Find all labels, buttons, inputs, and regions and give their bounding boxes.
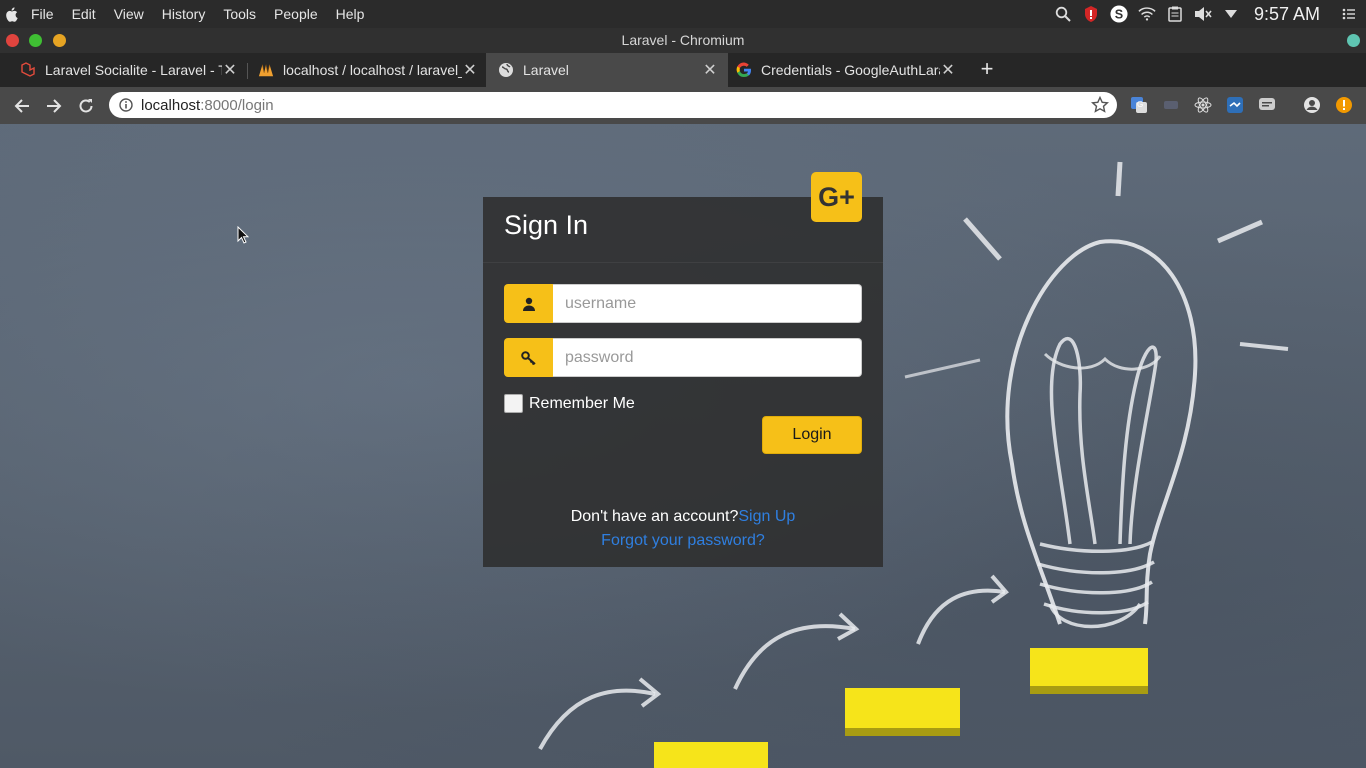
menu-tools[interactable]: Tools [214,0,265,28]
phpmyadmin-icon [258,62,274,78]
forgot-password-link[interactable]: Forgot your password? [601,532,765,549]
apple-icon[interactable] [0,0,22,28]
sign-up-link[interactable]: Sign Up [738,508,795,525]
svg-text:G: G [1137,100,1143,109]
translate-extension-icon[interactable]: G [1130,96,1148,114]
signup-prompt: Don't have an account?Sign Up [483,508,883,526]
tab-label: Laravel Socialite - Laravel - The [45,62,222,78]
browser-toolbar: localhost:8000/login G [0,87,1366,124]
tab-label: Laravel [523,62,569,78]
google-icon [736,62,752,78]
menu-history[interactable]: History [153,0,215,28]
tab-laravel-socialite[interactable]: Laravel Socialite - Laravel - The ✕ [0,53,246,87]
tab-credentials[interactable]: Credentials - GoogleAuthLara ✕ [728,53,964,87]
google-plus-button[interactable]: G+ [811,172,862,222]
menu-help[interactable]: Help [327,0,374,28]
forward-button[interactable] [42,94,66,118]
user-icon [504,284,553,323]
system-tray: S 9:57 AM [1054,0,1366,28]
username-input[interactable] [553,284,862,323]
laravel-icon [20,62,36,78]
tab-laravel[interactable]: Laravel ✕ [486,53,728,87]
clock[interactable]: 9:57 AM [1254,4,1320,25]
os-menu: File Edit View History Tools People Help [22,0,373,28]
sign-in-title: Sign In [504,210,589,240]
menu-file[interactable]: File [22,0,63,28]
profile-avatar-icon[interactable] [1303,96,1321,114]
close-icon[interactable]: ✕ [702,60,718,80]
search-icon[interactable] [1054,5,1072,23]
url-path: :8000/login [200,96,274,114]
remember-me-checkbox[interactable] [504,394,523,413]
chat-extension-icon[interactable] [1258,96,1276,114]
menu-edit[interactable]: Edit [63,0,105,28]
menu-people[interactable]: People [265,0,327,28]
skype-icon[interactable]: S [1110,5,1128,23]
password-input[interactable] [553,338,862,377]
address-bar[interactable]: localhost:8000/login [109,92,1117,118]
close-icon[interactable]: ✕ [462,60,478,80]
window-status-dot [1347,34,1360,47]
window-title: Laravel - Chromium [621,32,745,48]
no-account-text: Don't have an account? [570,508,739,525]
login-button[interactable]: Login [762,416,862,454]
update-alert-icon[interactable] [1335,96,1353,114]
forgot-password: Forgot your password? [483,532,883,550]
key-icon [504,338,553,377]
close-icon[interactable]: ✕ [940,60,956,80]
new-tab-button[interactable]: + [976,53,998,87]
os-menu-bar: File Edit View History Tools People Help… [0,0,1366,28]
volume-muted-icon[interactable] [1194,5,1212,23]
tab-label: localhost / localhost / laravel_ [283,62,462,78]
mouse-cursor-icon [237,226,249,244]
tab-label: Credentials - GoogleAuthLara [761,62,940,78]
tab-strip: Laravel Socialite - Laravel - The ✕ loca… [0,53,1366,87]
globe-icon [498,62,514,78]
react-devtools-icon[interactable] [1194,96,1212,114]
url-host: localhost [141,96,201,114]
remember-me-label: Remember Me [529,394,635,412]
password-field [504,338,862,377]
clipboard-icon[interactable] [1166,5,1184,23]
back-button[interactable] [10,94,34,118]
reload-button[interactable] [74,94,98,118]
svg-text:S: S [1115,8,1123,22]
wifi-icon[interactable] [1138,5,1156,23]
bookmark-star-icon[interactable] [1090,95,1110,114]
menu-view[interactable]: View [105,0,153,28]
username-field [504,284,862,323]
remember-me: Remember Me [504,394,635,413]
window-title-bar: Laravel - Chromium [0,28,1366,53]
tab-phpmyadmin[interactable]: localhost / localhost / laravel_ ✕ [238,53,486,87]
close-icon[interactable]: ✕ [222,60,238,80]
info-icon[interactable] [111,98,141,112]
google-plus-label: G+ [818,181,855,212]
chevron-down-icon[interactable] [1222,5,1240,23]
shield-alert-icon[interactable] [1082,5,1100,23]
list-icon[interactable] [1340,5,1358,23]
extension-icon[interactable] [1162,96,1180,114]
vpn-extension-icon[interactable] [1226,96,1244,114]
login-form: G+ Sign In Remember Me Login Don't have … [0,124,1366,768]
divider [483,262,883,263]
